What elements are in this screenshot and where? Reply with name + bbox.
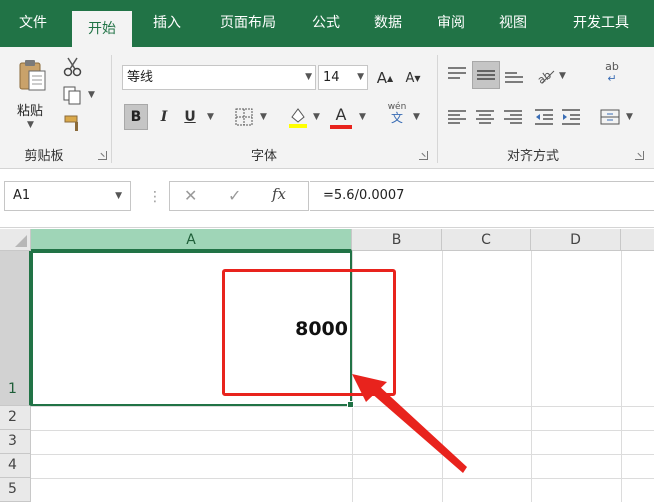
font-launcher-icon[interactable]	[419, 151, 428, 160]
column-header-e[interactable]	[621, 229, 654, 251]
align-middle-icon	[477, 70, 495, 80]
enter-icon[interactable]: ✓	[228, 186, 241, 205]
tab-view[interactable]: 视图	[487, 0, 539, 47]
fill-handle[interactable]	[347, 401, 354, 408]
column-header-c[interactable]: C	[442, 229, 531, 251]
ribbon-tab-bar: 文件 开始 插入 页面布局 公式 数据 审阅 视图 开发工具	[0, 0, 654, 58]
name-box-value: A1	[13, 188, 31, 203]
formula-buttons: ✕ ✓ fx	[169, 181, 309, 211]
phonetic-guide-button[interactable]: wén 文	[384, 102, 410, 124]
align-left-icon[interactable]	[446, 107, 468, 127]
cancel-icon[interactable]: ✕	[184, 186, 197, 205]
row-header-5[interactable]: 5	[0, 478, 31, 502]
increase-font-size-button[interactable]: A ▲	[374, 67, 396, 89]
borders-dropdown-icon[interactable]: ▼	[260, 112, 267, 122]
decrease-indent-icon[interactable]	[533, 107, 555, 127]
annotation-highlight-box	[222, 269, 396, 396]
bold-button[interactable]: B	[124, 104, 148, 130]
chevron-down-icon: ▼	[305, 72, 312, 82]
copy-icon[interactable]	[62, 85, 84, 105]
grow-font-icon: A	[376, 69, 388, 87]
clipboard-group-label: 剪贴板	[24, 149, 64, 164]
gridline	[31, 406, 654, 407]
gridline	[621, 251, 622, 502]
gridline	[442, 251, 443, 502]
select-all-button[interactable]	[0, 229, 31, 251]
alignment-launcher-icon[interactable]	[635, 151, 644, 160]
ribbon-home: 粘贴 ▼ ▼ 剪贴板 等线 ▼ 14 ▼ A ▲ A ▼ B I U ▼ ▼ ▼…	[0, 47, 654, 169]
row-header-4[interactable]: 4	[0, 454, 31, 478]
gridline	[531, 251, 532, 502]
paste-dropdown-icon[interactable]: ▼	[27, 120, 34, 130]
column-header-d[interactable]: D	[531, 229, 621, 251]
font-color-dropdown-icon[interactable]: ▼	[359, 112, 366, 122]
copy-dropdown-icon[interactable]: ▼	[88, 90, 95, 100]
tab-data[interactable]: 数据	[362, 0, 414, 47]
column-header-a[interactable]: A	[31, 229, 352, 251]
tab-developer[interactable]: 开发工具	[556, 0, 646, 47]
alignment-group-label: 对齐方式	[506, 149, 559, 164]
tab-review[interactable]: 审阅	[425, 0, 477, 47]
tab-file[interactable]: 文件	[7, 0, 59, 47]
name-box[interactable]: A1 ▼	[4, 181, 131, 211]
phonetic-bottom-text: 文	[390, 111, 403, 125]
font-color-button[interactable]: A	[330, 103, 352, 125]
align-bottom-icon[interactable]	[503, 65, 525, 85]
increase-indent-icon[interactable]	[560, 107, 582, 127]
more-icon: ⋮	[148, 189, 162, 205]
cut-icon[interactable]	[62, 56, 84, 78]
borders-icon[interactable]	[234, 107, 254, 127]
orientation-dropdown-icon[interactable]: ▼	[559, 71, 566, 81]
paste-button-label[interactable]: 粘贴	[17, 100, 43, 119]
align-right-icon[interactable]	[502, 107, 524, 127]
tab-formulas[interactable]: 公式	[300, 0, 352, 47]
underline-dropdown-icon[interactable]: ▼	[207, 112, 214, 122]
paste-icon[interactable]	[17, 58, 47, 92]
font-group-label: 字体	[250, 149, 277, 164]
merge-dropdown-icon[interactable]: ▼	[626, 112, 633, 122]
svg-text:ab: ab	[535, 68, 554, 85]
underline-button[interactable]: U	[180, 105, 200, 129]
align-top-icon[interactable]	[446, 65, 468, 85]
font-size-select[interactable]: 14 ▼	[318, 65, 368, 90]
group-divider	[111, 55, 112, 163]
merge-center-icon[interactable]	[599, 107, 621, 127]
font-color-letter: A	[335, 104, 347, 124]
fill-color-dropdown-icon[interactable]: ▼	[313, 112, 320, 122]
row-header-2[interactable]: 2	[0, 406, 31, 430]
clipboard-launcher-icon[interactable]	[98, 151, 107, 160]
column-header-b[interactable]: B	[352, 229, 442, 251]
wrap-text-button[interactable]: ab ↵	[601, 61, 623, 85]
formula-input[interactable]: =5.6/0.0007	[310, 181, 654, 211]
align-middle-button[interactable]	[472, 61, 500, 89]
font-name-select[interactable]: 等线 ▼	[122, 65, 316, 90]
gridline	[31, 454, 654, 455]
decrease-font-size-button[interactable]: A ▼	[402, 67, 424, 89]
chevron-down-icon: ▼	[357, 72, 364, 82]
tab-page-layout[interactable]: 页面布局	[205, 0, 291, 47]
shrink-font-icon: A	[405, 70, 415, 86]
group-divider	[437, 55, 438, 163]
row-header-1[interactable]: 1	[0, 251, 31, 406]
tab-insert[interactable]: 插入	[141, 0, 193, 47]
wrap-arrow-icon: ↵	[607, 72, 617, 85]
font-color-swatch	[330, 125, 352, 129]
formula-bar: A1 ▼ ⋮ ✕ ✓ fx =5.6/0.0007	[0, 169, 654, 228]
align-center-icon[interactable]	[474, 107, 496, 127]
row-header-3[interactable]: 3	[0, 430, 31, 454]
font-size-value: 14	[323, 70, 340, 85]
gridline	[31, 478, 654, 479]
phonetic-dropdown-icon[interactable]: ▼	[413, 112, 420, 122]
format-painter-icon[interactable]	[62, 113, 84, 133]
gridline	[31, 430, 654, 431]
chevron-down-icon: ▼	[115, 191, 122, 201]
insert-function-icon[interactable]: fx	[272, 185, 286, 203]
font-name-value: 等线	[127, 70, 154, 85]
orientation-icon[interactable]: ab	[534, 65, 556, 85]
italic-button[interactable]: I	[154, 105, 174, 129]
fill-color-icon[interactable]	[287, 105, 309, 129]
